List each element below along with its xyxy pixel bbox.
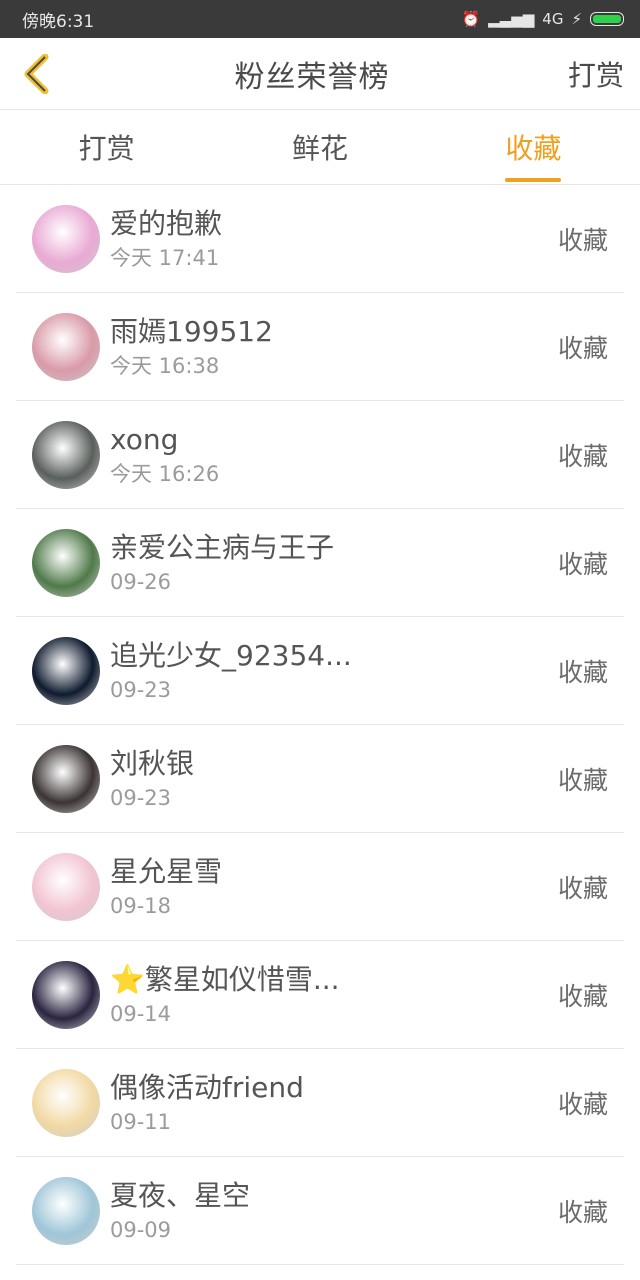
list-item-info: 爱的抱歉今天 17:41: [110, 206, 558, 272]
timestamp: 09-14: [110, 1001, 172, 1026]
timestamp: 09-26: [110, 569, 172, 594]
favorite-label: 收藏: [557, 657, 608, 687]
tab-reward[interactable]: 打赏: [79, 110, 135, 184]
network-label: 4G: [542, 10, 564, 28]
list-item-info: ⭐繁星如仪惜雪... 09-14: [110, 962, 558, 1028]
avatar[interactable]: [32, 528, 100, 597]
status-bar: 傍晚6:31 ⏰ ▂▃▅▆ 4G ⚡: [0, 0, 640, 38]
favorite-label: 收藏: [557, 549, 608, 579]
favorite-label: 收藏: [557, 441, 608, 471]
fan-list: 爱的抱歉 今天 17:41 收藏 雨嫣199512 今天 16:38 收藏 xong 今天 1…: [0, 185, 640, 1265]
user-name: 星允星雪: [110, 854, 223, 888]
user-name: 偶像活动friend: [110, 1070, 304, 1104]
user-name: 亲爱公主病与王子: [110, 530, 335, 564]
reward-button[interactable]: 打赏: [568, 54, 624, 94]
list-item-info: 偶像活动friend 09-11: [110, 1070, 558, 1136]
user-name: 追光少女_92354...: [110, 638, 352, 672]
list-item[interactable]: xong 今天 16:26 收藏: [16, 401, 624, 509]
charging-icon: ⚡: [571, 10, 582, 28]
list-item-info: 刘秋银 09-23: [110, 746, 558, 812]
avatar[interactable]: [32, 312, 100, 381]
timestamp: 09-23: [110, 677, 172, 702]
favorite-label: 收藏: [557, 1089, 608, 1119]
timestamp: 09-09: [110, 1217, 172, 1242]
list-item[interactable]: ⭐繁星如仪惜雪... 09-14 收藏: [16, 941, 624, 1049]
avatar[interactable]: [32, 1176, 100, 1245]
user-name: 夏夜、星空: [110, 1178, 251, 1212]
signal-icon: ▂▃▅▆: [488, 10, 535, 28]
favorite-label: 收藏: [557, 765, 608, 795]
list-item-info: 星允星雪 09-18: [110, 854, 558, 920]
list-item[interactable]: 雨嫣199512 今天 16:38 收藏: [16, 293, 624, 401]
list-item-info: 夏夜、星空 09-09: [110, 1178, 558, 1244]
tab-bar: 打赏 鲜花 收藏: [0, 110, 640, 185]
status-time: 傍晚6:31: [22, 11, 95, 32]
back-button[interactable]: [16, 51, 56, 97]
list-item[interactable]: 星允星雪 09-18 收藏: [16, 833, 624, 941]
timestamp: 今天 16:26: [110, 461, 220, 486]
timestamp: 09-18: [110, 893, 172, 918]
timestamp: 今天 16:38: [110, 353, 220, 378]
chevron-left-icon: [24, 53, 49, 94]
user-name: ⭐繁星如仪惜雪...: [110, 962, 340, 996]
list-item[interactable]: 亲爱公主病与王子 09-26 收藏: [16, 509, 624, 617]
avatar[interactable]: [32, 636, 100, 705]
timestamp: 09-23: [110, 785, 172, 810]
tab-favorites[interactable]: 收藏: [505, 110, 562, 184]
avatar[interactable]: [32, 1068, 100, 1137]
avatar[interactable]: [32, 744, 100, 813]
avatar[interactable]: [32, 420, 100, 489]
list-item[interactable]: 刘秋银 09-23 收藏: [16, 725, 624, 833]
avatar[interactable]: [32, 960, 100, 1029]
favorite-label: 收藏: [557, 981, 608, 1011]
battery-icon: [590, 12, 624, 26]
list-item[interactable]: 追光少女_92354... 09-23 收藏: [16, 617, 624, 725]
list-item[interactable]: 夏夜、星空 09-09 收藏: [16, 1157, 624, 1265]
timestamp: 今天 17:41: [110, 245, 220, 270]
avatar[interactable]: [32, 852, 100, 921]
user-name: 爱的抱歉: [110, 206, 223, 240]
favorite-label: 收藏: [557, 225, 608, 255]
alarm-icon: ⏰: [461, 10, 481, 28]
avatar[interactable]: [32, 204, 100, 273]
list-item-info: 亲爱公主病与王子 09-26: [110, 530, 558, 596]
list-item-info: xong 今天 16:26: [110, 422, 558, 488]
favorite-label: 收藏: [557, 873, 608, 903]
list-item-info: 追光少女_92354... 09-23: [110, 638, 558, 704]
favorite-label: 收藏: [557, 1197, 608, 1227]
status-icons: ⏰ ▂▃▅▆ 4G ⚡: [461, 10, 624, 28]
list-item[interactable]: 爱的抱歉 今天 17:41 收藏: [16, 185, 624, 293]
list-item-info: 雨嫣199512 今天 16:38: [110, 314, 558, 380]
user-name: 雨嫣199512: [110, 314, 273, 348]
list-item[interactable]: 偶像活动friend 09-11 收藏: [16, 1049, 624, 1157]
favorite-label: 收藏: [557, 333, 608, 363]
timestamp: 09-11: [110, 1109, 172, 1134]
top-bar: 粉丝荣誉榜 打赏: [0, 38, 640, 110]
user-name: xong: [110, 422, 179, 456]
user-name: 刘秋银: [110, 746, 195, 780]
page-title: 粉丝荣誉榜: [234, 59, 390, 95]
tab-flowers[interactable]: 鲜花: [292, 110, 348, 184]
